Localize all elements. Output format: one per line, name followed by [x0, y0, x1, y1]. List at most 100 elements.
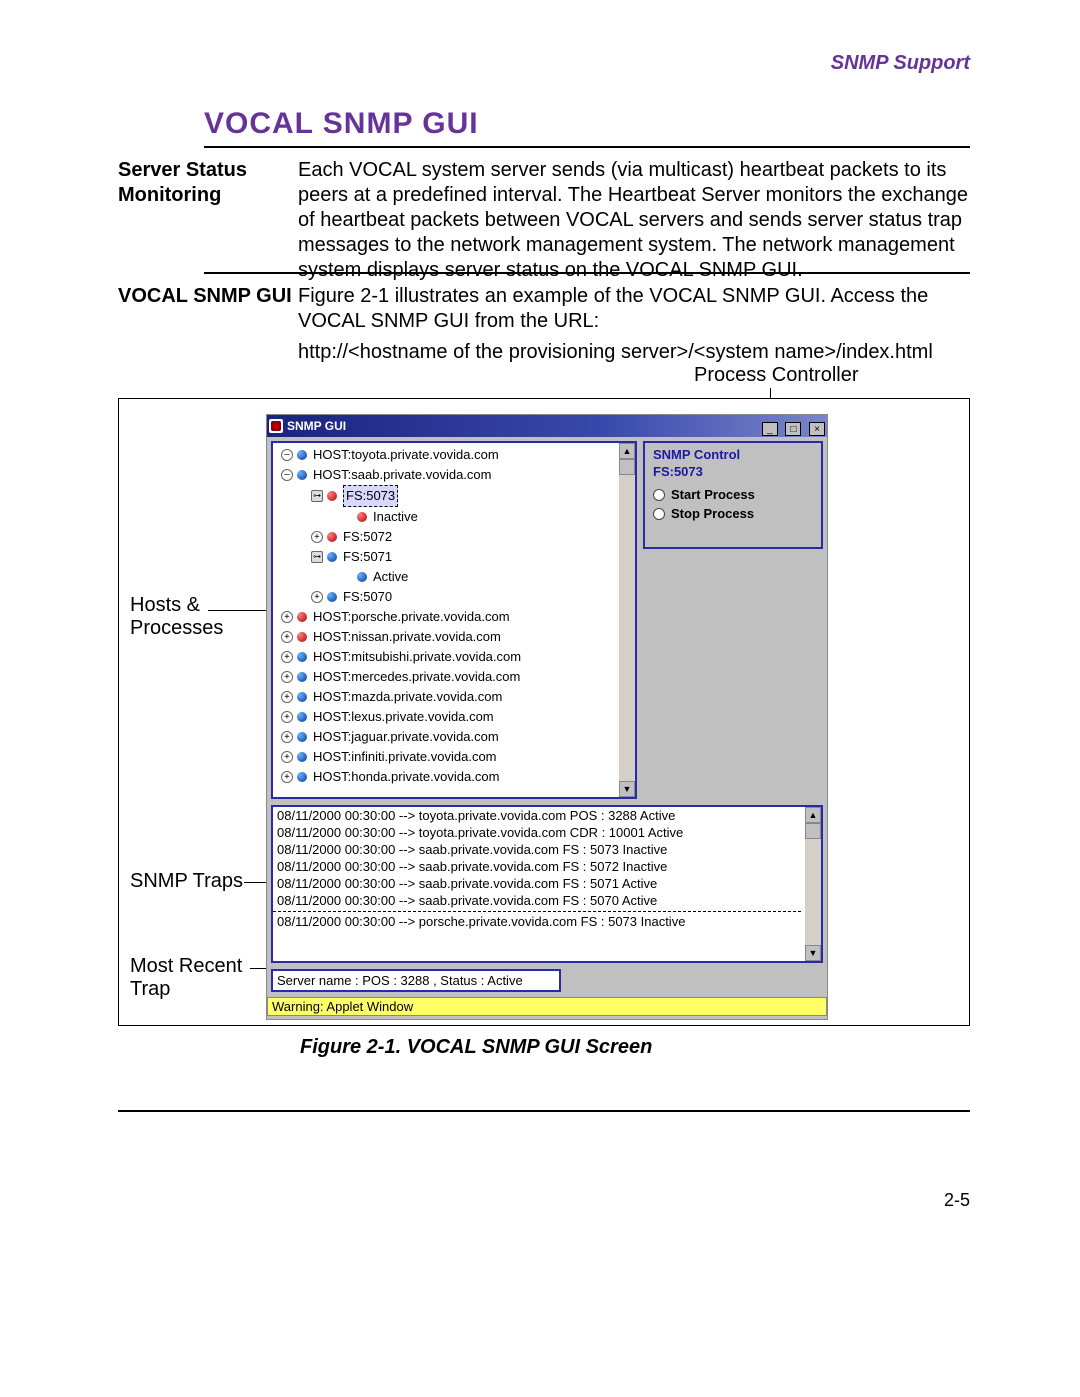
tree-node-label: HOST:mitsubishi.private.vovida.com — [313, 647, 521, 667]
tree-node-label: HOST:nissan.private.vovida.com — [313, 627, 501, 647]
scroll-up-button[interactable]: ▲ — [805, 807, 821, 823]
tree-node[interactable]: HOST:jaguar.private.vovida.com — [277, 727, 631, 747]
close-button[interactable]: × — [809, 422, 825, 436]
snmp-control-panel: SNMP Control FS:5073 Start Process Stop … — [643, 441, 823, 549]
status-line: Server name : POS : 3288 , Status : Acti… — [271, 969, 561, 992]
trap-log-entry: 08/11/2000 00:30:00 --> saab.private.vov… — [273, 841, 801, 858]
expand-icon[interactable] — [311, 531, 323, 543]
tree-node-label: Inactive — [373, 507, 418, 527]
title-bar[interactable]: SNMP GUI _ □ × — [267, 415, 827, 437]
section-body-server-status: Each VOCAL system server sends (via mult… — [298, 158, 970, 283]
host-tree-pane[interactable]: HOST:toyota.private.vovida.comHOST:saab.… — [271, 441, 637, 799]
scroll-down-button[interactable]: ▼ — [619, 781, 635, 797]
expand-icon[interactable] — [281, 611, 293, 623]
scroll-down-button[interactable]: ▼ — [805, 945, 821, 961]
node-icon[interactable] — [311, 490, 323, 502]
radio-icon — [653, 508, 665, 520]
annotation-process-controller: Process Controller — [694, 364, 859, 387]
tree-node-label: HOST:mercedes.private.vovida.com — [313, 667, 520, 687]
trap-log-entry: 08/11/2000 00:30:00 --> toyota.private.v… — [273, 807, 801, 824]
tree-node[interactable]: HOST:lexus.private.vovida.com — [277, 707, 631, 727]
tree-node[interactable]: HOST:mazda.private.vovida.com — [277, 687, 631, 707]
tree-node-label: HOST:jaguar.private.vovida.com — [313, 727, 499, 747]
horizontal-rule — [204, 272, 970, 274]
log-scrollbar[interactable]: ▲ ▼ — [805, 807, 821, 961]
applet-warning-bar: Warning: Applet Window — [267, 997, 827, 1016]
tree-node[interactable]: HOST:honda.private.vovida.com — [277, 767, 631, 787]
trap-log-entry: 08/11/2000 00:30:00 --> toyota.private.v… — [273, 824, 801, 841]
trap-log-entry: 08/11/2000 00:30:00 --> saab.private.vov… — [273, 858, 801, 875]
horizontal-rule — [118, 1110, 970, 1112]
annotation-snmp-traps: SNMP Traps — [130, 870, 243, 893]
status-blue-icon — [297, 672, 307, 682]
tree-node-label: HOST:porsche.private.vovida.com — [313, 607, 510, 627]
radio-icon — [653, 489, 665, 501]
maximize-button[interactable]: □ — [785, 422, 801, 436]
page-title: VOCAL SNMP GUI — [204, 107, 479, 141]
scroll-up-button[interactable]: ▲ — [619, 443, 635, 459]
scroll-thumb[interactable] — [805, 823, 821, 839]
window-title: SNMP GUI — [287, 419, 346, 433]
stop-process-label: Stop Process — [671, 506, 754, 521]
tree-node-label: HOST:mazda.private.vovida.com — [313, 687, 502, 707]
tree-node[interactable]: HOST:infiniti.private.vovida.com — [277, 747, 631, 767]
trap-log-pane[interactable]: 08/11/2000 00:30:00 --> toyota.private.v… — [271, 805, 823, 963]
status-blue-icon — [327, 552, 337, 562]
node-icon[interactable] — [311, 551, 323, 563]
status-red-icon — [297, 612, 307, 622]
scroll-thumb[interactable] — [619, 459, 635, 475]
tree-node[interactable]: HOST:mitsubishi.private.vovida.com — [277, 647, 631, 667]
tree-node[interactable]: Inactive — [277, 507, 631, 527]
expand-icon[interactable] — [281, 711, 293, 723]
expand-icon[interactable] — [281, 651, 293, 663]
status-blue-icon — [357, 572, 367, 582]
expand-icon[interactable] — [281, 631, 293, 643]
horizontal-rule — [204, 146, 970, 148]
tree-node-label: HOST:toyota.private.vovida.com — [313, 445, 499, 465]
minimize-button[interactable]: _ — [762, 422, 778, 436]
tree-node[interactable]: FS:5072 — [277, 527, 631, 547]
tree-node-label: HOST:honda.private.vovida.com — [313, 767, 499, 787]
expand-icon[interactable] — [281, 751, 293, 763]
page-number: 2-5 — [944, 1190, 970, 1211]
start-process-label: Start Process — [671, 487, 755, 502]
status-red-icon — [327, 532, 337, 542]
tree-node[interactable]: HOST:mercedes.private.vovida.com — [277, 667, 631, 687]
status-blue-icon — [297, 732, 307, 742]
tree-node-selected[interactable]: FS:5073 — [277, 485, 631, 507]
stop-process-option[interactable]: Stop Process — [645, 504, 821, 523]
expand-icon[interactable] — [311, 591, 323, 603]
tree-node-label: FS:5070 — [343, 587, 392, 607]
section-label-vocal-snmp-gui: VOCAL SNMP GUI — [118, 284, 298, 365]
leader-line — [250, 968, 266, 969]
tree-node-label: FS:5073 — [343, 485, 398, 507]
tree-scrollbar[interactable]: ▲ ▼ — [619, 443, 635, 797]
status-red-icon — [357, 512, 367, 522]
tree-node[interactable]: FS:5071 — [277, 547, 631, 567]
tree-node-label: HOST:saab.private.vovida.com — [313, 465, 491, 485]
section-body-url: http://<hostname of the provisioning ser… — [298, 340, 970, 365]
trap-log-entry: 08/11/2000 00:30:00 --> saab.private.vov… — [273, 875, 801, 892]
collapse-icon[interactable] — [281, 469, 293, 481]
status-red-icon — [327, 491, 337, 501]
status-blue-icon — [297, 712, 307, 722]
tree-node[interactable]: HOST:toyota.private.vovida.com — [277, 445, 631, 465]
tree-node[interactable]: HOST:saab.private.vovida.com — [277, 465, 631, 485]
collapse-icon[interactable] — [281, 449, 293, 461]
status-blue-icon — [327, 592, 337, 602]
trap-log-entry: 08/11/2000 00:30:00 --> saab.private.vov… — [273, 892, 801, 909]
control-title: SNMP Control — [645, 443, 821, 464]
annotation-hosts-processes: Hosts & Processes — [130, 594, 260, 640]
tree-node[interactable]: Active — [277, 567, 631, 587]
expand-icon[interactable] — [281, 691, 293, 703]
annotation-most-recent-trap: Most Recent Trap — [130, 955, 260, 1001]
expand-icon[interactable] — [281, 731, 293, 743]
start-process-option[interactable]: Start Process — [645, 485, 821, 504]
expand-icon[interactable] — [281, 671, 293, 683]
tree-node[interactable]: HOST:porsche.private.vovida.com — [277, 607, 631, 627]
tree-node[interactable]: HOST:nissan.private.vovida.com — [277, 627, 631, 647]
expand-icon[interactable] — [281, 771, 293, 783]
tree-node-label: Active — [373, 567, 408, 587]
status-blue-icon — [297, 470, 307, 480]
tree-node[interactable]: FS:5070 — [277, 587, 631, 607]
